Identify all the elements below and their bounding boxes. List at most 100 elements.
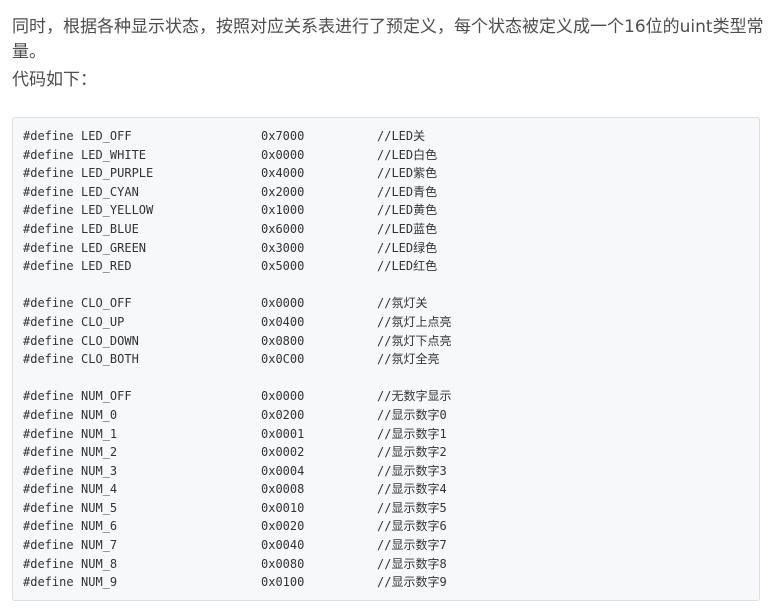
constant-name: CLO_UP [81,314,125,329]
constant-name: NUM_1 [81,426,118,441]
constant-name: LED_OFF [81,129,132,143]
constant-name: NUM_OFF [81,389,132,404]
constant-comment: //LED蓝色 [377,221,438,236]
constant-value: 0x7000 [261,129,305,143]
constant-name: NUM_4 [81,482,118,497]
constant-value: 0x0040 [261,538,305,553]
constant-name: LED_PURPLE [81,166,154,181]
constant-comment: //LED紫色 [377,166,438,181]
code-line: #define CLO_OFF 0x0000 //氛灯关 [23,294,751,313]
constant-name: LED_WHITE [81,147,147,162]
code-line: #define NUM_8 0x0080 //显示数字8 [23,555,751,574]
constant-value: 0x1000 [261,203,305,218]
define-keyword: #define [23,259,74,274]
constant-name: LED_RED [81,259,132,274]
code-line: #define LED_BLUE 0x6000 //LED蓝色 [23,220,751,239]
code-line: #define LED_PURPLE 0x4000 //LED紫色 [23,164,751,183]
define-keyword: #define [23,240,74,255]
constant-comment: //显示数字4 [377,482,447,497]
constant-comment: //氛灯上点亮 [377,314,452,329]
constant-value: 0x6000 [261,221,305,236]
constant-comment: //显示数字0 [377,407,447,422]
code-line: #define NUM_0 0x0200 //显示数字0 [23,406,751,425]
constant-value: 0x5000 [261,259,305,274]
constant-comment: //显示数字1 [377,426,447,441]
define-keyword: #define [23,221,74,236]
constant-value: 0x0001 [261,426,305,441]
constant-name: NUM_9 [81,575,118,590]
define-keyword: #define [23,407,74,422]
define-keyword: #define [23,352,74,367]
constant-comment: //LED绿色 [377,240,438,255]
constant-value: 0x0008 [261,482,305,497]
define-keyword: #define [23,166,74,181]
constant-value: 0x0000 [261,389,305,404]
constant-comment: //无数字显示 [377,389,452,404]
constant-name: NUM_5 [81,500,118,515]
constant-name: LED_GREEN [81,240,147,255]
constant-name: LED_BLUE [81,221,139,236]
constant-value: 0x0020 [261,519,305,534]
define-keyword: #define [23,575,74,590]
constant-value: 0x0800 [261,333,305,348]
code-line: #define LED_YELLOW 0x1000 //LED黄色 [23,201,751,220]
constant-comment: //LED黄色 [377,203,438,218]
define-keyword: #define [23,296,74,311]
constant-comment: //LED红色 [377,259,438,274]
code-line: #define LED_GREEN 0x3000 //LED绿色 [23,239,751,258]
define-keyword: #define [23,389,74,404]
constant-name: CLO_OFF [81,296,132,311]
define-keyword: #define [23,129,74,143]
code-line: #define CLO_DOWN 0x0800 //氛灯下点亮 [23,332,751,351]
constant-comment: //显示数字7 [377,538,447,553]
constant-name: NUM_0 [81,407,118,422]
constant-comment: //显示数字8 [377,556,447,571]
code-line: #define NUM_7 0x0040 //显示数字7 [23,536,751,555]
constant-value: 0x0400 [261,314,305,329]
constant-value: 0x0C00 [261,352,305,367]
define-keyword: #define [23,519,74,534]
constant-name: NUM_8 [81,556,118,571]
code-lines: #define LED_OFF 0x7000 //LED关 #define LED_WHI… [23,127,751,592]
code-intro-paragraph: 代码如下： [12,70,97,90]
constant-comment: //LED青色 [377,184,438,199]
constant-name: CLO_BOTH [81,352,139,367]
constant-comment: //显示数字6 [377,519,447,534]
constant-value: 0x0200 [261,407,305,422]
constant-value: 0x0004 [261,463,305,478]
constant-value: 0x0000 [261,147,305,162]
article-body: 同时，根据各种显示状态，按照对应关系表进行了预定义，每个状态被定义成一个16位的… [12,0,764,93]
code-line: #define LED_WHITE 0x0000 //LED白色 [23,146,751,165]
constant-name: NUM_2 [81,445,118,460]
constant-value: 0x0002 [261,445,305,460]
define-keyword: #define [23,463,74,478]
constant-value: 0x0100 [261,575,305,590]
constant-name: LED_CYAN [81,184,139,199]
code-line: #define NUM_4 0x0008 //显示数字4 [23,480,751,499]
constant-comment: //显示数字3 [377,463,447,478]
code-block[interactable]: #define LED_OFF 0x7000 //LED关 #define LED_WHI… [12,117,760,601]
code-line: #define CLO_UP 0x0400 //氛灯上点亮 [23,313,751,332]
define-keyword: #define [23,333,74,348]
constant-name: NUM_3 [81,463,118,478]
constant-value: 0x4000 [261,166,305,181]
code-line: #define NUM_9 0x0100 //显示数字9 [23,573,751,592]
constant-comment: //氛灯关 [377,296,428,311]
constant-value: 0x0080 [261,556,305,571]
code-line: #define NUM_3 0x0004 //显示数字3 [23,462,751,481]
code-line: #define LED_CYAN 0x2000 //LED青色 [23,183,751,202]
intro-paragraph: 同时，根据各种显示状态，按照对应关系表进行了预定义，每个状态被定义成一个16位的… [12,17,764,62]
define-keyword: #define [23,147,74,162]
define-keyword: #define [23,500,74,515]
define-keyword: #define [23,538,74,553]
constant-comment: //显示数字5 [377,500,447,515]
constant-name: CLO_DOWN [81,333,139,348]
code-line: #define NUM_2 0x0002 //显示数字2 [23,443,751,462]
constant-name: LED_YELLOW [81,203,154,218]
define-keyword: #define [23,556,74,571]
constant-comment: //显示数字9 [377,575,447,590]
constant-comment: //LED关 [377,129,426,143]
constant-value: 0x0000 [261,296,305,311]
